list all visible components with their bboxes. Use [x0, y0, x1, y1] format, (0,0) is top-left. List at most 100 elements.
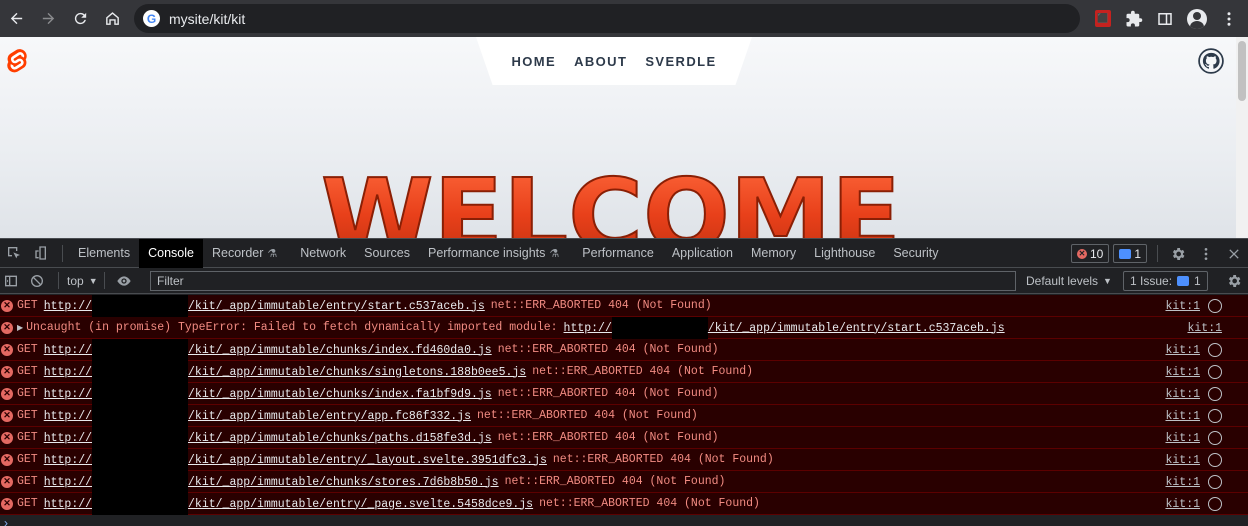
resource-link[interactable]: http:// /kit/_app/immutable/entry/start.c…: [563, 316, 1005, 339]
network-request-icon[interactable]: [1208, 365, 1222, 379]
address-bar[interactable]: G mysite/kit/kit: [134, 4, 1080, 33]
request-method: GET: [17, 475, 38, 488]
resource-link[interactable]: http:// /kit/_app/immutable/entry/_layout…: [44, 448, 547, 471]
network-request-icon[interactable]: [1208, 475, 1222, 489]
tab-label: Lighthouse: [814, 246, 876, 260]
browser-menu-button[interactable]: [1214, 0, 1244, 37]
extensions-button[interactable]: [1119, 0, 1149, 37]
context-selector[interactable]: top ▼: [67, 274, 98, 288]
tab-elements[interactable]: Elements: [69, 239, 139, 268]
source-link[interactable]: kit:1: [1165, 361, 1248, 383]
tab-network[interactable]: Network: [286, 239, 355, 268]
pdf-extension-button[interactable]: ⬛: [1088, 0, 1118, 37]
network-request-icon[interactable]: [1208, 343, 1222, 357]
reload-button[interactable]: [64, 0, 96, 37]
resource-link[interactable]: http:// /kit/_app/immutable/chunks/single…: [44, 360, 526, 383]
error-icon: ✕: [1, 365, 13, 378]
redacted-host: [92, 492, 189, 515]
filter-input[interactable]: [150, 271, 1016, 291]
network-request-icon[interactable]: [1208, 409, 1222, 423]
url-text[interactable]: mysite/kit/kit: [169, 11, 245, 27]
nav-link-sverdle[interactable]: SVERDLE: [645, 54, 716, 69]
tab-performance-insights[interactable]: Performance insights ⚗: [419, 239, 568, 268]
resource-link[interactable]: http:// /kit/_app/immutable/chunks/paths.…: [44, 426, 492, 449]
home-button[interactable]: [96, 0, 128, 37]
log-levels-dropdown[interactable]: Default levels ▼: [1026, 268, 1112, 294]
network-request-icon[interactable]: [1208, 497, 1222, 511]
live-expression-button[interactable]: [111, 266, 137, 295]
source-link[interactable]: kit:1: [1187, 317, 1248, 339]
clear-icon: [31, 274, 43, 287]
console-prompt[interactable]: ›: [0, 515, 1248, 526]
resource-link[interactable]: http:// /kit/_app/immutable/entry/start.c…: [44, 295, 485, 317]
expand-arrow-icon[interactable]: ▶: [17, 323, 23, 333]
source-label: kit:1: [1165, 453, 1200, 467]
error-icon: ✕: [1, 453, 13, 466]
device-toggle-button[interactable]: [28, 239, 56, 268]
side-panel-button[interactable]: [1150, 0, 1180, 37]
link-start: http://: [563, 321, 612, 335]
tab-security[interactable]: Security: [884, 239, 947, 268]
source-link[interactable]: kit:1: [1165, 471, 1248, 493]
request-method: GET: [17, 453, 38, 466]
source-link[interactable]: kit:1: [1165, 295, 1248, 317]
settings-button[interactable]: [1164, 239, 1192, 268]
back-button[interactable]: [0, 0, 32, 37]
google-icon: G: [143, 10, 160, 27]
page-scrollbar[interactable]: [1236, 37, 1248, 238]
error-count-badge[interactable]: ✕ 10: [1070, 244, 1110, 263]
source-link[interactable]: kit:1: [1165, 493, 1248, 515]
network-request-icon[interactable]: [1208, 453, 1222, 467]
network-request-icon[interactable]: [1208, 387, 1222, 401]
avatar: [1187, 8, 1207, 29]
source-label: kit:1: [1165, 475, 1200, 489]
source-link[interactable]: kit:1: [1165, 339, 1248, 361]
profile-button[interactable]: [1182, 0, 1212, 37]
browser-toolbar: G mysite/kit/kit ⬛: [0, 0, 1248, 37]
close-icon: [1229, 248, 1239, 259]
toggle-sidebar-button[interactable]: [0, 266, 22, 295]
tab-console[interactable]: Console: [139, 238, 203, 268]
resource-link[interactable]: http:// /kit/_app/immutable/chunks/stores…: [44, 470, 499, 493]
source-link[interactable]: kit:1: [1165, 449, 1248, 471]
scrollbar-thumb[interactable]: [1238, 41, 1246, 101]
error-message: net::ERR_ABORTED 404 (Not Found): [476, 409, 698, 422]
network-request-icon[interactable]: [1208, 431, 1222, 445]
tab-label: Security: [893, 246, 939, 260]
source-link[interactable]: kit:1: [1165, 405, 1248, 427]
network-request-icon[interactable]: [1208, 299, 1222, 313]
console-error-row: ✕ GET http:// /kit/_app/immutable/chunks/…: [0, 426, 1248, 449]
nav-link-about[interactable]: ABOUT: [574, 54, 627, 69]
tab-label: Performance: [582, 246, 654, 260]
tab-sources[interactable]: Sources: [355, 239, 419, 268]
tab-recorder[interactable]: Recorder ⚗: [203, 239, 286, 268]
source-link[interactable]: kit:1: [1165, 427, 1248, 449]
github-icon[interactable]: [1198, 48, 1224, 74]
resource-link[interactable]: http:// /kit/_app/immutable/chunks/index.…: [44, 382, 492, 405]
resource-link[interactable]: http:// /kit/_app/immutable/entry/_page.s…: [44, 492, 533, 515]
devtools-menu-button[interactable]: [1192, 239, 1220, 268]
source-link[interactable]: kit:1: [1165, 383, 1248, 405]
svelte-logo-icon[interactable]: [6, 49, 30, 76]
tab-performance[interactable]: Performance: [568, 239, 663, 268]
page-viewport: HOME ABOUT SVERDLE WELCOME: [0, 37, 1248, 238]
close-devtools-button[interactable]: [1220, 239, 1248, 268]
separator: [103, 272, 105, 289]
nav-link-home[interactable]: HOME: [511, 54, 556, 69]
console-settings-button[interactable]: [1220, 266, 1248, 295]
inspect-element-button[interactable]: [0, 239, 28, 268]
redacted-host: [611, 316, 708, 339]
issues-button[interactable]: 1 Issue: 1: [1123, 271, 1208, 291]
forward-button[interactable]: [32, 0, 64, 37]
message-icon: [1119, 248, 1132, 259]
resource-link[interactable]: http:// /kit/_app/immutable/chunks/index.…: [44, 338, 492, 361]
resource-link[interactable]: http:// /kit/_app/immutable/entry/app.fc8…: [44, 404, 471, 427]
tab-lighthouse[interactable]: Lighthouse: [805, 239, 884, 268]
message-count-badge[interactable]: 1: [1113, 244, 1147, 263]
console-error-row: ✕ GET http:// /kit/_app/immutable/entry/a…: [0, 404, 1248, 427]
experiment-icon: ⚗: [267, 247, 278, 260]
link-path: /kit/_app/immutable/chunks/stores.7d6b8b…: [188, 475, 499, 489]
tab-memory[interactable]: Memory: [742, 239, 805, 268]
tab-application[interactable]: Application: [663, 239, 742, 268]
clear-console-button[interactable]: [22, 266, 52, 295]
